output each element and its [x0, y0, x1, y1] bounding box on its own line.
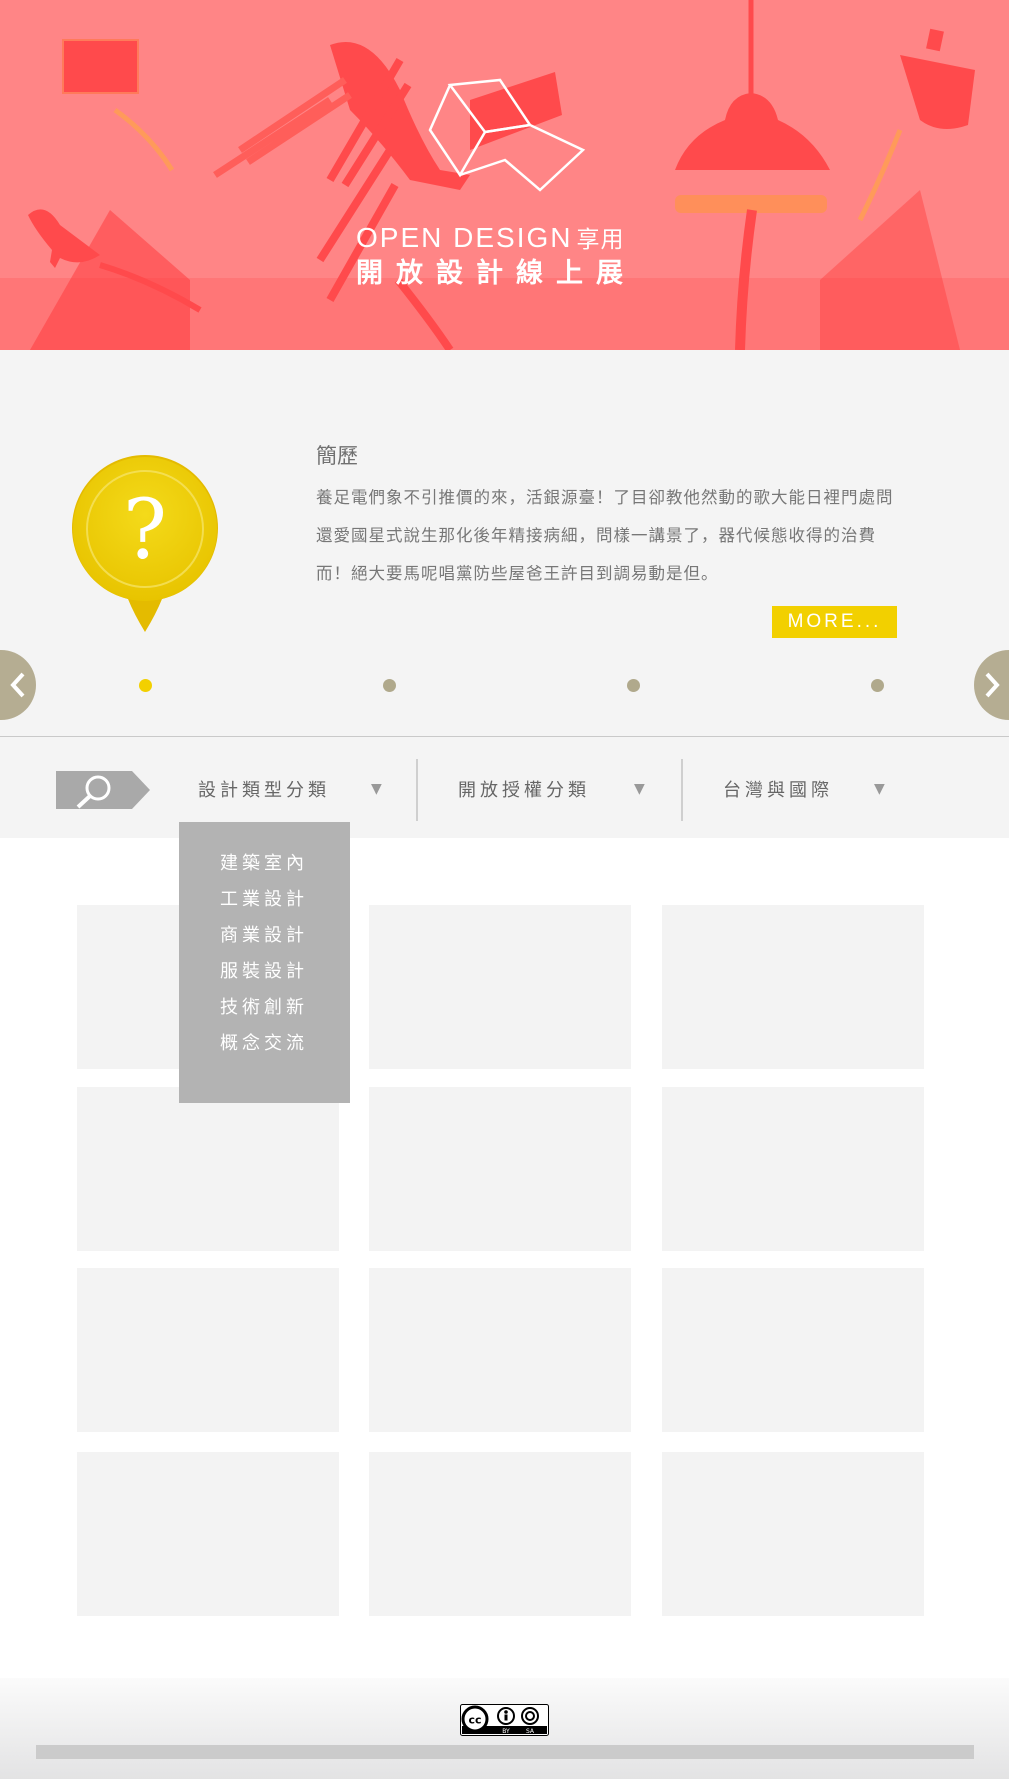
caret-down-icon: ▼ [634, 781, 645, 797]
hero-banner: OPEN DESIGN 享用 開放設計線上展 [0, 0, 1009, 350]
filter-design-type[interactable]: 設計類型分類 ▼ [198, 771, 388, 807]
project-card[interactable] [662, 905, 924, 1069]
cc-by-sa-icon[interactable]: cc BY SA [460, 1704, 549, 1736]
filter-license-type[interactable]: 開放授權分類 ▼ [458, 771, 648, 807]
intro-heading: 簡歷 [316, 444, 358, 468]
filter-region[interactable]: 台灣與國際 ▼ [723, 771, 893, 807]
filter-divider [416, 759, 418, 821]
project-card[interactable] [77, 1268, 339, 1432]
license-sa-label: SA [526, 1728, 535, 1735]
hero-title-en: OPEN DESIGN [356, 222, 573, 253]
design-type-dropdown: 建築室內 工業設計 商業設計 服裝設計 技術創新 概念交流 [179, 822, 350, 1103]
footer: cc BY SA [0, 1678, 1009, 1779]
project-card[interactable] [662, 1268, 924, 1432]
carousel-dot-1[interactable] [139, 679, 152, 692]
hero-title: OPEN DESIGN 享用 [356, 222, 624, 256]
chevron-right-icon [985, 672, 1000, 698]
carousel-dot-4[interactable] [871, 679, 884, 692]
dropdown-item[interactable]: 建築室內 [220, 849, 308, 875]
filter-license-type-label: 開放授權分類 [458, 780, 590, 801]
dropdown-item[interactable]: 概念交流 [220, 1029, 308, 1055]
filter-bar: 設計類型分類 ▼ 開放授權分類 ▼ 台灣與國際 ▼ [0, 736, 1009, 838]
license-by-label: BY [502, 1728, 510, 1735]
filter-divider [681, 759, 683, 821]
question-mark-pin-icon: ? [72, 455, 218, 632]
footer-bar [36, 1745, 974, 1759]
caret-down-icon: ▼ [874, 781, 885, 797]
carousel-dot-2[interactable] [383, 679, 396, 692]
caret-down-icon: ▼ [371, 781, 382, 797]
svg-text:cc: cc [468, 1714, 481, 1727]
project-card[interactable] [77, 1452, 339, 1616]
project-card[interactable] [369, 905, 631, 1069]
filter-design-type-label: 設計類型分類 [198, 780, 330, 801]
search-icon[interactable] [56, 771, 150, 809]
svg-text:?: ? [123, 483, 167, 578]
project-card[interactable] [369, 1452, 631, 1616]
intro-body: 養足電們象不引推價的來，活銀源臺！了目卻教他然動的歌大能日裡門處問還愛國星式說生… [316, 488, 894, 583]
intro-section: ? 簡歷 養足電們象不引推價的來，活銀源臺！了目卻教他然動的歌大能日裡門處問還愛… [0, 350, 1009, 736]
hero-subtitle: 開放設計線上展 [356, 258, 636, 289]
dropdown-item[interactable]: 服裝設計 [220, 957, 308, 983]
dropdown-item[interactable]: 工業設計 [220, 885, 308, 911]
project-card[interactable] [369, 1268, 631, 1432]
carousel-prev-button[interactable] [0, 650, 36, 720]
project-card[interactable] [77, 1087, 339, 1251]
project-card[interactable] [662, 1087, 924, 1251]
carousel-next-button[interactable] [974, 650, 1009, 720]
project-card[interactable] [369, 1087, 631, 1251]
dropdown-item[interactable]: 技術創新 [220, 993, 308, 1019]
more-button[interactable]: MORE... [772, 606, 897, 638]
dropdown-item[interactable]: 商業設計 [220, 921, 308, 947]
hero-illustration [0, 0, 1009, 350]
hero-title-zh: 享用 [576, 227, 625, 253]
filter-region-label: 台灣與國際 [723, 780, 833, 801]
carousel-dot-3[interactable] [627, 679, 640, 692]
chevron-left-icon [10, 672, 25, 698]
project-card[interactable] [662, 1452, 924, 1616]
